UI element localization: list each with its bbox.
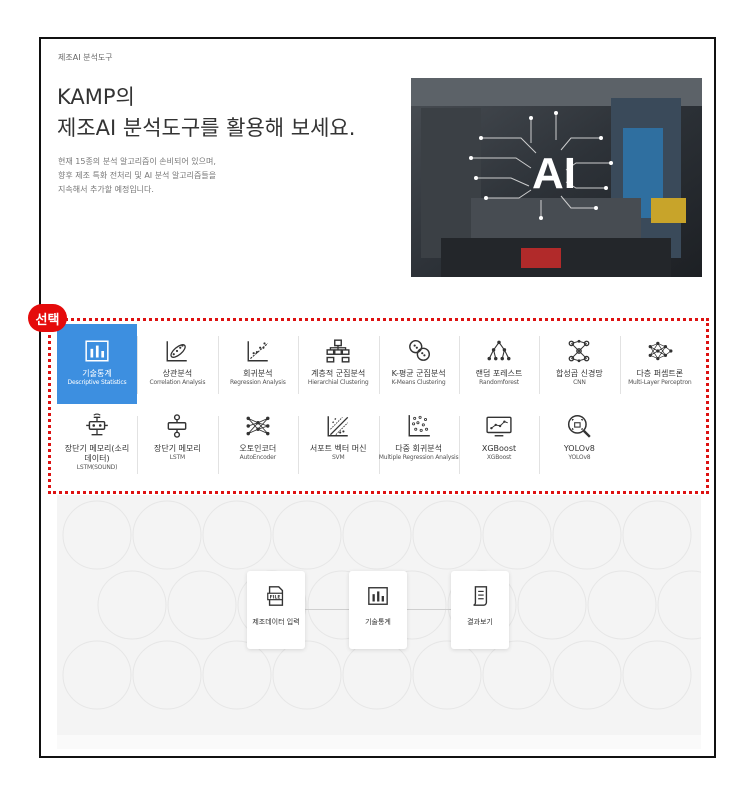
tool-multi-regression[interactable]: 다중 회귀분석 Multiple Regression Analysis — [379, 409, 459, 484]
flow-connector-1 — [305, 609, 349, 610]
document-icon — [473, 586, 488, 606]
tool-lstm[interactable]: 장단기 메모리 LSTM — [137, 409, 217, 484]
page-title-line2: 제조AI 분석도구를 활용해 보세요. — [57, 116, 356, 140]
hierarchy-icon — [326, 339, 350, 363]
tool-regression[interactable]: 회귀분석 Regression Analysis — [218, 324, 298, 404]
tool-mlp[interactable]: 다층 퍼셉트론 Multi-Layer Perceptron — [620, 324, 700, 404]
tool-label-ko: 다층 퍼셉트론 — [636, 369, 684, 378]
tool-label-en: Regression Analysis — [229, 379, 286, 386]
tool-tree[interactable]: 랜덤 포레스트 Randomforest — [459, 324, 539, 404]
tool-label-en: Randomforest — [479, 379, 519, 386]
page-description: 현재 15종의 분석 알고리즘이 손비되어 있으며, 향후 제조 특화 전처리 … — [58, 155, 216, 197]
bar-chart-icon — [85, 340, 109, 362]
tool-label-ko: 랜덤 포레스트 — [475, 369, 523, 378]
file-icon: FILE — [267, 586, 284, 606]
flow-step-label: 결과보기 — [467, 618, 493, 626]
tool-label-ko: 상관분석 — [162, 369, 193, 378]
tool-label-en: AutoEncoder — [239, 454, 276, 461]
tool-label-ko: 오토인코더 — [239, 444, 277, 453]
svg-text:FILE: FILE — [270, 594, 281, 600]
cnn-icon — [568, 339, 590, 363]
tool-label-en: XGBoost — [486, 454, 512, 461]
correlation-icon — [166, 341, 188, 362]
xgboost-icon — [486, 416, 512, 437]
tool-kmeans[interactable]: K-평균 군집분석 K-Means Clustering — [379, 324, 459, 404]
tool-correlation[interactable]: 상관분석 Correlation Analysis — [137, 324, 217, 404]
tool-label-en: K-Means Clustering — [391, 379, 446, 386]
tool-xgboost[interactable]: XGBoost XGBoost — [459, 409, 539, 484]
tool-label-en: SVM — [331, 454, 345, 461]
tool-label-ko: 장단기 메모리 — [154, 444, 201, 453]
description-line1: 현재 15종의 분석 알고리즘이 손비되어 있으며, — [58, 157, 216, 166]
bottom-strip — [57, 735, 701, 749]
flow-step-results[interactable]: 결과보기 — [451, 571, 509, 649]
tool-label-ko: YOLOv8 — [563, 444, 595, 453]
kmeans-icon — [408, 340, 430, 361]
tree-icon — [487, 340, 511, 361]
bar-chart-icon — [368, 587, 388, 605]
tool-lstm-sound[interactable]: 장단기 메모리(소리 데이터) LSTM(SOUND) — [57, 409, 137, 484]
flow-step-data-input[interactable]: FILE 제조데이터 입력 — [247, 571, 305, 649]
multi-regression-icon — [408, 415, 430, 437]
yolo-icon — [568, 414, 592, 438]
lstm-icon — [168, 414, 187, 438]
page-title-line1: KAMP의 — [57, 85, 135, 109]
tool-label-ko: 서포트 벡터 머신 — [309, 444, 367, 453]
tool-label-ko: 회귀분석 — [243, 369, 273, 378]
tool-label-en: Multi-Layer Perceptron — [628, 379, 692, 386]
tool-cnn[interactable]: 합성곱 신경망 CNN — [539, 324, 619, 404]
flow-step-descriptive-statistics[interactable]: 기술통계 — [349, 571, 407, 649]
description-line2: 향후 제조 특화 전처리 및 AI 분석 알고리즘들을 — [58, 171, 217, 180]
tool-label-ko: 합성곱 신경망 — [556, 369, 603, 378]
tool-label-en: LSTM(SOUND) — [76, 464, 118, 471]
tool-label-ko: 다중 회귀분석 — [395, 444, 442, 453]
autoencoder-icon — [246, 416, 270, 436]
selection-badge: 선택 — [28, 304, 67, 332]
flow-step-label: 제조데이터 입력 — [252, 618, 300, 626]
tool-label-ko: XGBoost — [481, 444, 517, 453]
tool-label-en: YOLOv8 — [568, 454, 591, 461]
description-line3: 지속해서 추가할 예정입니다. — [58, 185, 154, 194]
tool-bar-chart[interactable]: 기술통계 Descriptive Statistics — [57, 324, 137, 404]
lstm-sound-icon — [86, 413, 108, 436]
tool-label-ko: 장단기 메모리(소리 데이터) — [64, 444, 130, 463]
hero-image: AI — [411, 78, 702, 277]
tool-label-en: Correlation Analysis — [149, 379, 206, 386]
tool-label-en: CNN — [573, 379, 586, 386]
tool-label-ko: 계층적 군집분석 — [311, 369, 366, 378]
hero-image-ai-text: AI — [532, 149, 576, 198]
tool-yolo[interactable]: YOLOv8 YOLOv8 — [539, 409, 619, 484]
flow-step-label: 기술통계 — [365, 618, 391, 626]
tool-label-en: Multiple Regression Analysis — [378, 454, 459, 461]
tool-label-en: LSTM — [169, 454, 185, 461]
tool-label-ko: K-평균 군집분석 — [391, 369, 446, 378]
breadcrumb: 제조AI 분석도구 — [58, 53, 113, 62]
regression-icon — [247, 341, 268, 362]
tool-svm[interactable]: 서포트 벡터 머신 SVM — [298, 409, 378, 484]
workflow-panel: FILE 제조데이터 입력 기술통계 결과보기 — [57, 495, 701, 736]
tool-label-ko: 기술통계 — [82, 369, 112, 378]
tool-autoencoder[interactable]: 오토인코더 AutoEncoder — [218, 409, 298, 484]
page-title: KAMP의 제조AI 분석도구를 활용해 보세요. — [57, 82, 355, 144]
mlp-icon — [648, 341, 673, 361]
svm-icon — [327, 416, 349, 437]
flow-connector-2 — [407, 609, 451, 610]
tool-label-en: Descriptive Statistics — [67, 379, 127, 386]
tool-hierarchy[interactable]: 계층적 군집분석 Hierarchial Clustering — [298, 324, 378, 404]
tool-label-en: Hierarchial Clustering — [307, 379, 369, 386]
